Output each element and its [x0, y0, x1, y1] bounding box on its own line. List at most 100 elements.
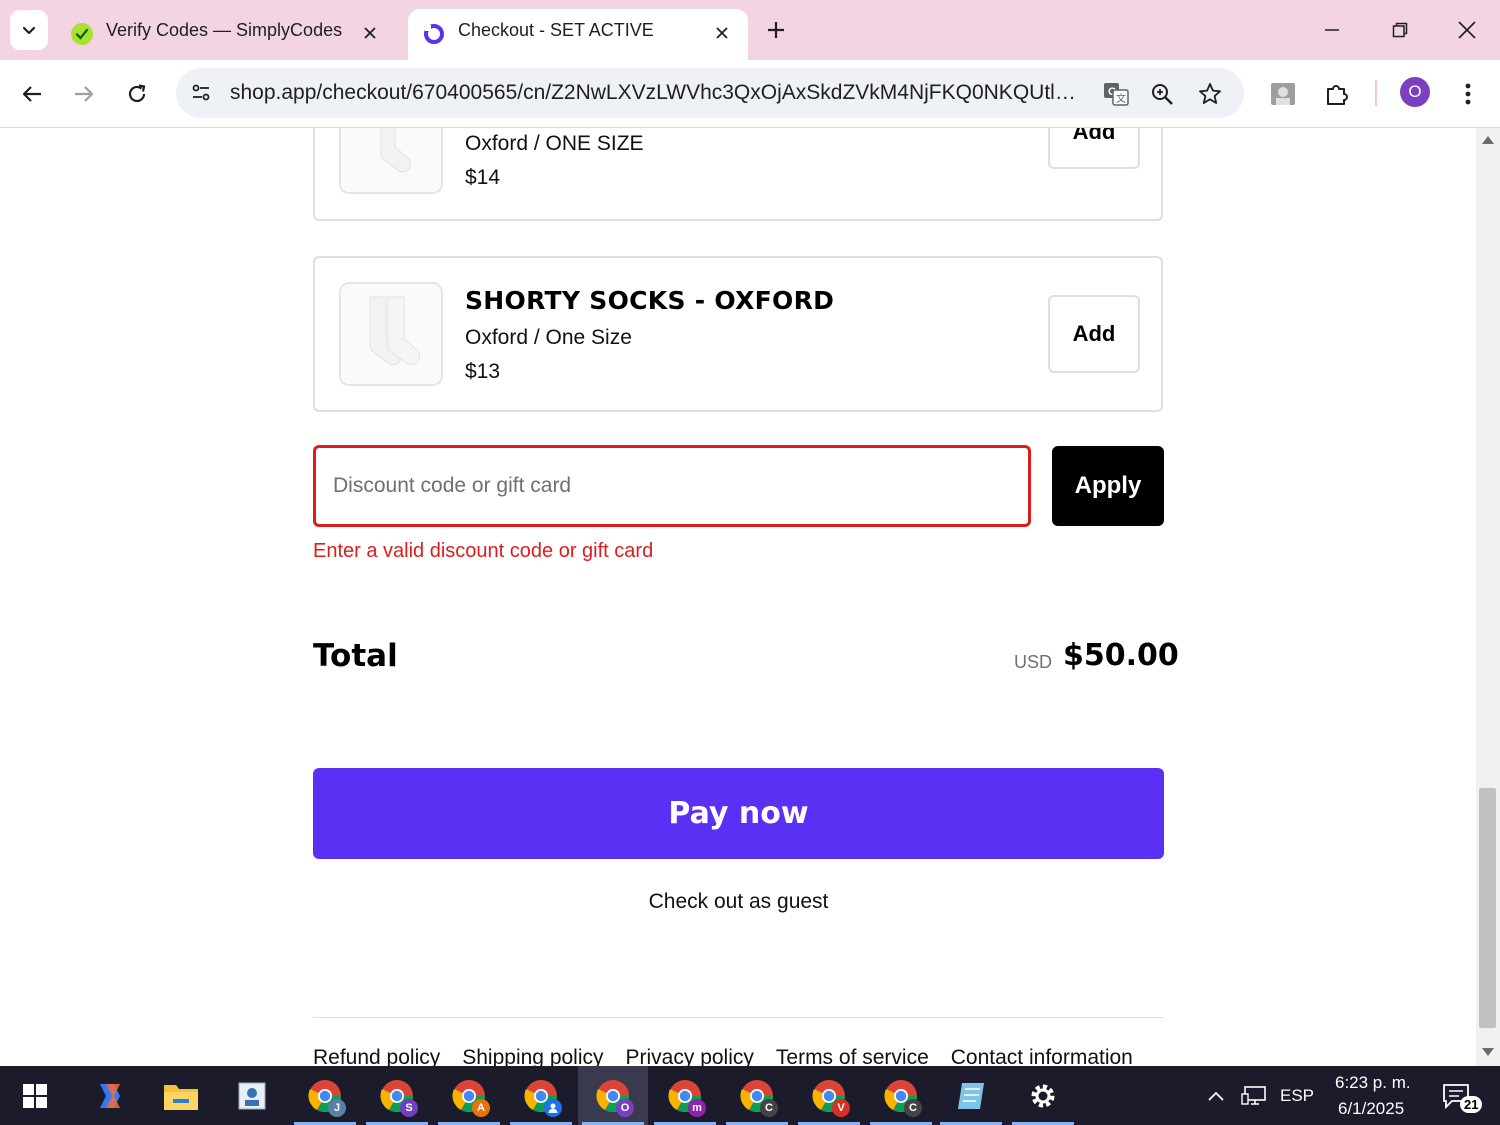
chrome-icon: J [308, 1079, 346, 1117]
file-explorer-app[interactable] [146, 1066, 216, 1125]
footer-links: Refund policy Shipping policy Privacy po… [313, 1046, 1133, 1066]
apply-discount-button[interactable]: Apply [1052, 446, 1164, 526]
refund-policy-link[interactable]: Refund policy [313, 1046, 440, 1066]
product-price: $13 [465, 360, 501, 383]
chrome-profile-a[interactable]: A [434, 1066, 504, 1125]
new-tab-button[interactable] [760, 14, 792, 46]
restore-button[interactable] [1380, 10, 1420, 50]
input-language-indicator[interactable]: ESP [1280, 1086, 1314, 1106]
scroll-down-arrow-icon[interactable] [1482, 1048, 1494, 1056]
profile-avatar[interactable]: O [1400, 77, 1430, 107]
discount-code-input[interactable] [313, 445, 1031, 527]
privacy-policy-link[interactable]: Privacy policy [626, 1046, 754, 1066]
tab-title: Verify Codes — SimplyCodes [106, 20, 343, 40]
chrome-icon: A [452, 1079, 490, 1117]
checkout-as-guest-link[interactable]: Check out as guest [313, 890, 1164, 914]
chrome-profile-c[interactable]: C [722, 1066, 792, 1125]
total-currency: USD [1014, 652, 1053, 672]
gear-icon [1031, 1084, 1055, 1107]
kebab-menu-icon[interactable] [1450, 76, 1486, 112]
reload-icon [128, 84, 146, 103]
network-status-button[interactable] [1234, 1066, 1274, 1125]
toolbar-divider [1375, 80, 1377, 106]
page-scrollbar[interactable] [1476, 128, 1500, 1066]
product-card: Oxford / ONE SIZE $14 Add [313, 128, 1163, 221]
product-variant: Oxford / ONE SIZE [465, 132, 644, 155]
clock-date[interactable]: 6/1/2025 [1338, 1099, 1404, 1119]
profile-badge: C [760, 1098, 778, 1117]
tab-title: Checkout - SET ACTIVE [458, 20, 654, 40]
minimize-icon [1325, 29, 1339, 31]
reload-button[interactable] [117, 74, 157, 114]
chrome-profile-j[interactable]: J [290, 1066, 360, 1125]
browser-toolbar: shop.app/checkout/670400565/cn/Z2NwLXVzL… [0, 60, 1500, 128]
scrollbar-thumb[interactable] [1479, 788, 1496, 1028]
chrome-icon: m [668, 1079, 706, 1117]
windows-taskbar: J S A O m C V C ESP 6:23 p. m. 6/1/2025 … [0, 1066, 1500, 1125]
chrome-profile-person[interactable] [506, 1066, 576, 1125]
forward-button[interactable] [64, 74, 104, 114]
product-thumbnail [339, 128, 443, 194]
profile-badge: V [832, 1098, 850, 1117]
url-text[interactable]: shop.app/checkout/670400565/cn/Z2NwLXVzL… [230, 81, 1080, 105]
back-button[interactable] [12, 74, 52, 114]
person-badge-icon [544, 1098, 562, 1117]
product-price: $14 [465, 166, 501, 189]
contacts-app[interactable] [217, 1066, 287, 1125]
profile-badge: J [328, 1098, 346, 1117]
pay-now-button[interactable]: Pay now [313, 768, 1164, 859]
contact-information-link[interactable]: Contact information [951, 1046, 1133, 1066]
notification-center-button[interactable]: 21 [1432, 1066, 1483, 1125]
plus-icon [768, 22, 784, 38]
close-icon[interactable] [358, 21, 382, 45]
tab-strip: Verify Codes — SimplyCodes Checkout - SE… [0, 0, 1500, 60]
total-label: Total [313, 638, 398, 674]
add-product-button[interactable]: Add [1048, 295, 1140, 373]
notification-count-badge: 21 [1460, 1096, 1483, 1113]
bookmark-star-icon[interactable] [1196, 80, 1224, 108]
close-icon[interactable] [710, 21, 734, 45]
notes-app[interactable] [936, 1066, 1006, 1125]
minimize-button[interactable] [1312, 10, 1352, 50]
shop-favicon-icon [422, 22, 446, 46]
scroll-up-arrow-icon[interactable] [1482, 136, 1494, 144]
notepad-icon [958, 1082, 984, 1109]
start-button[interactable] [0, 1066, 70, 1125]
settings-app[interactable] [1008, 1066, 1078, 1125]
translate-icon[interactable]: G文 [1102, 80, 1130, 108]
svg-text:文: 文 [1116, 92, 1126, 105]
chrome-profile-m[interactable]: m [650, 1066, 720, 1125]
profile-picture-extension-icon[interactable] [1265, 76, 1301, 112]
zoom-icon[interactable] [1148, 80, 1176, 108]
chrome-icon: S [380, 1079, 418, 1117]
chrome-profile-s[interactable]: S [362, 1066, 432, 1125]
add-product-button[interactable]: Add [1048, 128, 1140, 169]
contact-card-icon [238, 1082, 266, 1109]
folder-icon [164, 1084, 198, 1110]
clock-time[interactable]: 6:23 p. m. [1335, 1073, 1411, 1093]
chrome-profile-o[interactable]: O [578, 1066, 648, 1125]
chevron-up-icon [1208, 1091, 1224, 1101]
tab-checkout[interactable]: Checkout - SET ACTIVE [408, 9, 748, 60]
show-hidden-icons-button[interactable] [1196, 1066, 1236, 1125]
close-icon [1458, 21, 1476, 39]
profile-badge: m [688, 1098, 706, 1117]
chrome-icon: C [884, 1079, 922, 1117]
tab-search-button[interactable] [10, 10, 48, 50]
product-variant: Oxford / One Size [465, 326, 632, 349]
terms-of-service-link[interactable]: Terms of service [776, 1046, 929, 1066]
window-close-button[interactable] [1447, 10, 1487, 50]
address-bar[interactable]: shop.app/checkout/670400565/cn/Z2NwLXVzL… [176, 68, 1244, 118]
chrome-profile-c2[interactable]: C [866, 1066, 936, 1125]
windows-logo-icon [23, 1083, 47, 1108]
shipping-policy-link[interactable]: Shipping policy [462, 1046, 603, 1066]
product-card: SHORTY SOCKS - OXFORD Oxford / One Size … [313, 256, 1163, 412]
extensions-puzzle-icon[interactable] [1319, 76, 1355, 112]
site-settings-icon[interactable] [188, 80, 214, 106]
chrome-profile-v[interactable]: V [794, 1066, 864, 1125]
copilot-app[interactable] [75, 1066, 145, 1125]
tab-verify-codes[interactable]: Verify Codes — SimplyCodes [56, 9, 396, 60]
profile-badge: A [472, 1098, 490, 1117]
arrow-right-icon [75, 86, 94, 102]
chrome-icon: C [740, 1079, 778, 1117]
